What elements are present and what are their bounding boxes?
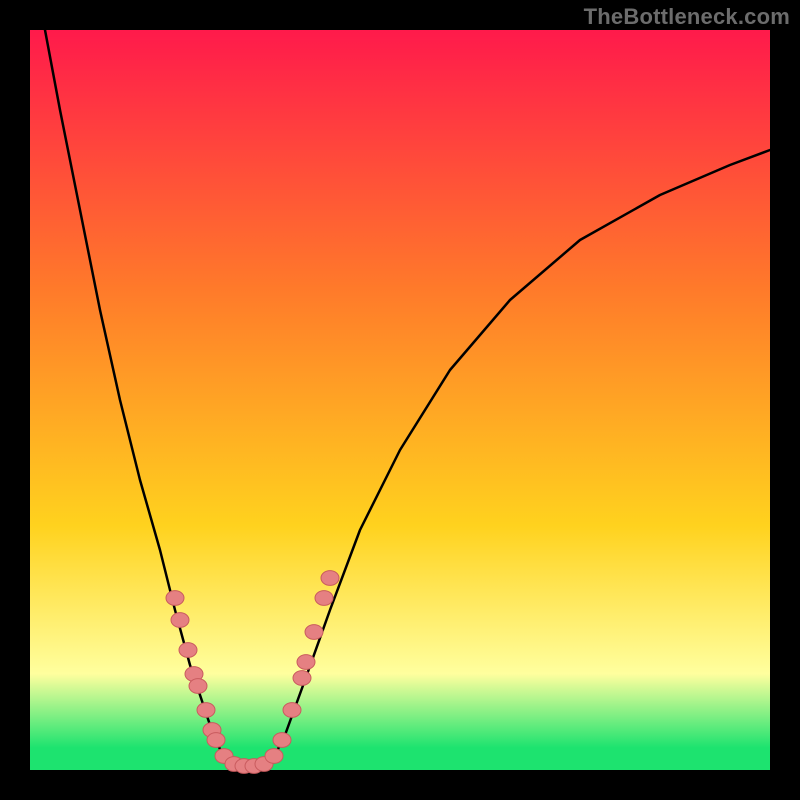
watermark-text: TheBottleneck.com xyxy=(584,4,790,30)
highlight-dot xyxy=(321,571,339,586)
highlight-dot xyxy=(293,671,311,686)
highlight-dot xyxy=(283,703,301,718)
highlight-dot xyxy=(273,733,291,748)
bottleneck-curve xyxy=(45,30,770,768)
highlight-dot xyxy=(179,643,197,658)
chart-svg xyxy=(30,30,770,770)
highlight-dot xyxy=(265,749,283,764)
highlight-dot xyxy=(305,625,323,640)
highlight-dot xyxy=(189,679,207,694)
highlight-dot xyxy=(166,591,184,606)
highlight-dot xyxy=(297,655,315,670)
highlight-dot xyxy=(315,591,333,606)
highlight-dot xyxy=(171,613,189,628)
highlight-dot xyxy=(197,703,215,718)
outer-frame: TheBottleneck.com xyxy=(0,0,800,800)
highlight-dot xyxy=(207,733,225,748)
